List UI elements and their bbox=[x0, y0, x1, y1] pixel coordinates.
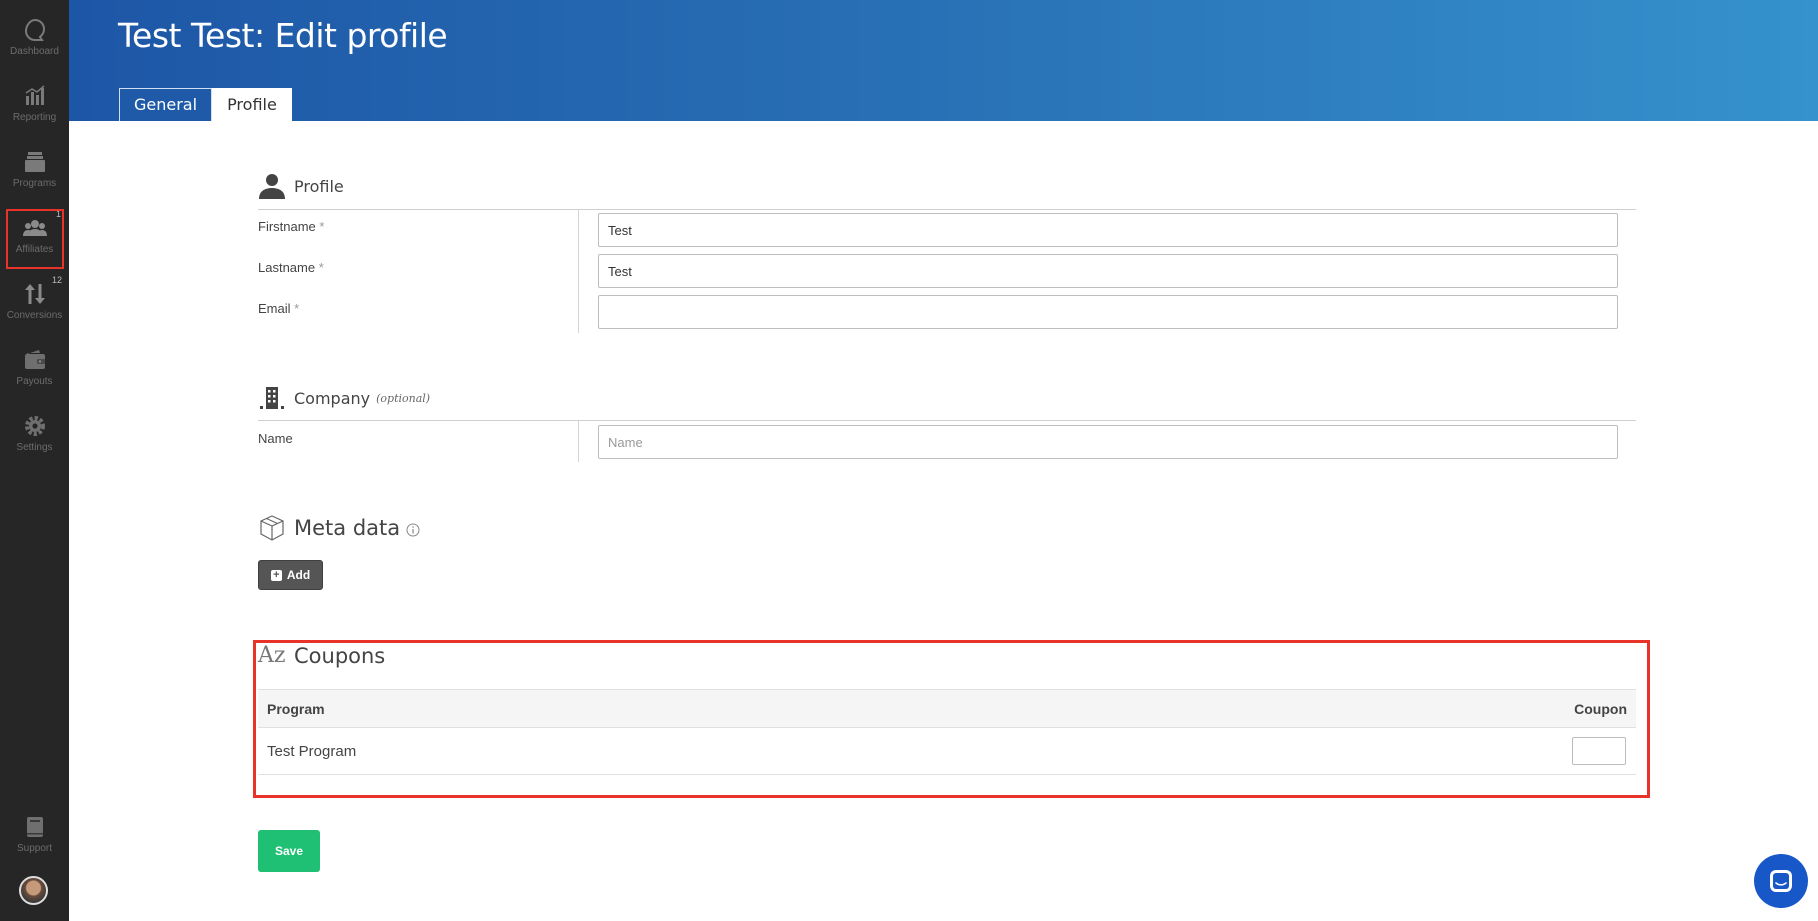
save-button[interactable]: Save bbox=[258, 830, 320, 872]
field-column-divider bbox=[578, 420, 579, 462]
sidebar-item-label: Programs bbox=[12, 178, 57, 189]
required-mark: * bbox=[319, 219, 325, 234]
add-metadata-button[interactable]: + Add bbox=[258, 560, 323, 590]
sidebar: Dashboard Reporting Programs Affiliates … bbox=[0, 0, 69, 921]
sidebar-item-label: Reporting bbox=[12, 112, 57, 123]
wallet-icon bbox=[24, 350, 45, 369]
gear-icon bbox=[24, 416, 45, 436]
arrows-updown-icon bbox=[24, 284, 45, 304]
az-icon: Az bbox=[258, 643, 286, 668]
sidebar-item-programs[interactable]: Programs bbox=[0, 150, 69, 212]
sidebar-item-settings[interactable]: Settings bbox=[0, 414, 69, 476]
book-icon bbox=[26, 817, 43, 837]
coupons-heading: Coupons bbox=[294, 643, 386, 668]
required-mark: * bbox=[294, 301, 300, 316]
email-field[interactable] bbox=[598, 295, 1618, 329]
sidebar-item-dashboard[interactable]: Dashboard bbox=[0, 18, 69, 80]
table-row: Test Program bbox=[258, 728, 1636, 775]
page-header: Test Test: Edit profile General Profile bbox=[69, 0, 1818, 121]
sidebar-item-conversions[interactable]: Conversions bbox=[0, 282, 69, 344]
email-label: Email * bbox=[258, 301, 299, 316]
column-header-program: Program bbox=[267, 701, 325, 717]
optional-label: (optional) bbox=[376, 391, 431, 405]
plus-icon: + bbox=[270, 569, 282, 581]
bar-chart-icon bbox=[25, 85, 44, 105]
sidebar-item-label: Conversions bbox=[6, 310, 63, 321]
firstname-label: Firstname * bbox=[258, 219, 324, 234]
lastname-label: Lastname * bbox=[258, 260, 324, 275]
tab-profile[interactable]: Profile bbox=[212, 88, 292, 121]
tab-general[interactable]: General bbox=[119, 88, 213, 121]
person-icon bbox=[259, 174, 285, 199]
table-header-row: Program Coupon bbox=[258, 689, 1636, 728]
section-divider bbox=[258, 209, 1636, 210]
user-avatar[interactable] bbox=[19, 876, 48, 905]
sidebar-item-label: Settings bbox=[16, 442, 53, 453]
sidebar-item-label: Payouts bbox=[16, 376, 53, 387]
field-column-divider bbox=[578, 209, 579, 333]
conversions-badge: 12 bbox=[52, 275, 63, 285]
email-label-text: Email bbox=[258, 301, 291, 316]
lastname-label-text: Lastname bbox=[258, 260, 316, 275]
cube-icon bbox=[260, 515, 284, 541]
program-name-cell: Test Program bbox=[267, 743, 357, 760]
page-title: Test Test: Edit profile bbox=[118, 16, 448, 55]
metadata-section-heading: Meta data bbox=[258, 514, 420, 542]
profile-heading: Profile bbox=[294, 176, 344, 196]
lastname-field[interactable] bbox=[598, 254, 1618, 288]
coupons-section-heading: Az Coupons bbox=[258, 643, 385, 668]
coupon-input[interactable] bbox=[1572, 737, 1626, 765]
tab-bar: General Profile bbox=[119, 88, 292, 121]
metadata-heading: Meta data bbox=[294, 516, 401, 540]
building-icon bbox=[260, 387, 284, 409]
affiliates-highlight-box bbox=[6, 209, 64, 269]
add-button-label: Add bbox=[286, 568, 311, 582]
chat-icon bbox=[1770, 870, 1792, 892]
column-header-coupon: Coupon bbox=[1574, 701, 1627, 717]
section-divider bbox=[258, 420, 1636, 421]
profile-section-heading: Profile bbox=[258, 173, 344, 199]
chat-launcher-button[interactable] bbox=[1754, 854, 1808, 908]
info-icon[interactable] bbox=[406, 523, 420, 537]
stack-icon bbox=[24, 152, 45, 172]
sidebar-item-label: Support bbox=[16, 843, 53, 854]
sidebar-item-reporting[interactable]: Reporting bbox=[0, 84, 69, 146]
firstname-field[interactable] bbox=[598, 213, 1618, 247]
firstname-label-text: Firstname bbox=[258, 219, 316, 234]
dashboard-icon bbox=[24, 18, 45, 41]
company-name-label: Name bbox=[258, 431, 293, 446]
sidebar-item-label: Dashboard bbox=[10, 46, 59, 57]
sidebar-item-payouts[interactable]: Payouts bbox=[0, 348, 69, 410]
company-heading: Company bbox=[294, 388, 371, 408]
required-mark: * bbox=[318, 260, 324, 275]
company-name-field[interactable] bbox=[598, 425, 1618, 459]
company-section-heading: Company (optional) bbox=[258, 385, 430, 411]
sidebar-item-support[interactable]: Support bbox=[0, 815, 69, 877]
